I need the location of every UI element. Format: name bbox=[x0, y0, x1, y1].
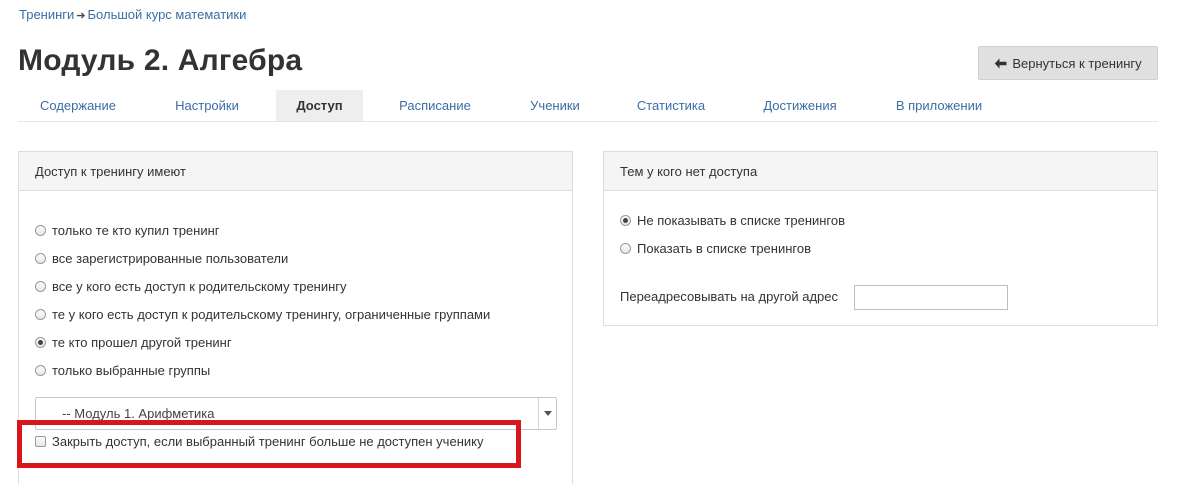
no-access-option-label: Не показывать в списке тренингов bbox=[637, 213, 846, 228]
access-option-label: все у кого есть доступ к родительскому т… bbox=[52, 279, 347, 294]
breadcrumb: Тренинги ➔ Большой курс математики bbox=[19, 7, 246, 22]
tab-statistics[interactable]: Статистика bbox=[618, 90, 724, 121]
access-option-label: только те кто купил тренинг bbox=[52, 223, 220, 238]
breadcrumb-separator-icon: ➔ bbox=[76, 10, 86, 22]
radio-button[interactable] bbox=[620, 215, 631, 226]
back-button-label: Вернуться к тренингу bbox=[1012, 55, 1142, 71]
tab-schedule[interactable]: Расписание bbox=[378, 90, 492, 121]
access-option-label: только выбранные группы bbox=[52, 363, 211, 378]
access-option-completed-other[interactable]: те кто прошел другой тренинг bbox=[35, 335, 232, 350]
arrow-left-icon bbox=[995, 58, 1007, 68]
access-option-parent-training[interactable]: все у кого есть доступ к родительскому т… bbox=[35, 279, 347, 294]
radio-button[interactable] bbox=[35, 281, 46, 292]
close-access-checkbox-row[interactable]: Закрыть доступ, если выбранный тренинг б… bbox=[35, 434, 483, 449]
access-panel-heading: Доступ к тренингу имеют bbox=[19, 152, 572, 191]
access-option-purchased[interactable]: только те кто купил тренинг bbox=[35, 223, 220, 238]
chevron-down-icon bbox=[544, 411, 552, 416]
tab-in-app[interactable]: В приложении bbox=[876, 90, 1002, 121]
radio-button[interactable] bbox=[35, 309, 46, 320]
radio-button[interactable] bbox=[35, 225, 46, 236]
redirect-label: Переадресовывать на другой адрес bbox=[620, 289, 839, 304]
tab-settings[interactable]: Настройки bbox=[153, 90, 261, 121]
training-select[interactable]: -- Модуль 1. Арифметика bbox=[35, 397, 557, 430]
access-option-selected-groups[interactable]: только выбранные группы bbox=[35, 363, 210, 378]
breadcrumb-link-course[interactable]: Большой курс математики bbox=[88, 7, 247, 22]
no-access-panel-heading: Тем у кого нет доступа bbox=[604, 152, 1157, 191]
back-to-training-button[interactable]: Вернуться к тренингу bbox=[978, 46, 1158, 80]
training-select-value: -- Модуль 1. Арифметика bbox=[62, 406, 215, 421]
page-title: Модуль 2. Алгебра bbox=[18, 44, 303, 77]
close-access-checkbox[interactable] bbox=[35, 436, 46, 447]
tab-access[interactable]: Доступ bbox=[276, 90, 363, 121]
radio-button[interactable] bbox=[620, 243, 631, 254]
redirect-url-input[interactable] bbox=[854, 285, 1008, 310]
access-option-registered[interactable]: все зарегистрированные пользователи bbox=[35, 251, 288, 266]
close-access-label: Закрыть доступ, если выбранный тренинг б… bbox=[52, 434, 484, 449]
no-access-option-show[interactable]: Показать в списке тренингов bbox=[620, 241, 811, 256]
access-option-parent-groups[interactable]: те у кого есть доступ к родительскому тр… bbox=[35, 307, 490, 322]
breadcrumb-link-trainings[interactable]: Тренинги bbox=[19, 7, 74, 22]
tab-students[interactable]: Ученики bbox=[507, 90, 603, 121]
radio-button[interactable] bbox=[35, 365, 46, 376]
tab-achievements[interactable]: Достижения bbox=[739, 90, 861, 121]
access-option-label: все зарегистрированные пользователи bbox=[52, 251, 289, 266]
access-option-label: те кто прошел другой тренинг bbox=[52, 335, 232, 350]
module-tabs: Содержание Настройки Доступ Расписание У… bbox=[18, 90, 1158, 122]
tab-contents[interactable]: Содержание bbox=[18, 90, 138, 121]
access-option-label: те у кого есть доступ к родительскому тр… bbox=[52, 307, 491, 322]
radio-button[interactable] bbox=[35, 253, 46, 264]
no-access-option-label: Показать в списке тренингов bbox=[637, 241, 811, 256]
select-toggle[interactable] bbox=[538, 398, 556, 429]
radio-button[interactable] bbox=[35, 337, 46, 348]
no-access-option-hide[interactable]: Не показывать в списке тренингов bbox=[620, 213, 845, 228]
